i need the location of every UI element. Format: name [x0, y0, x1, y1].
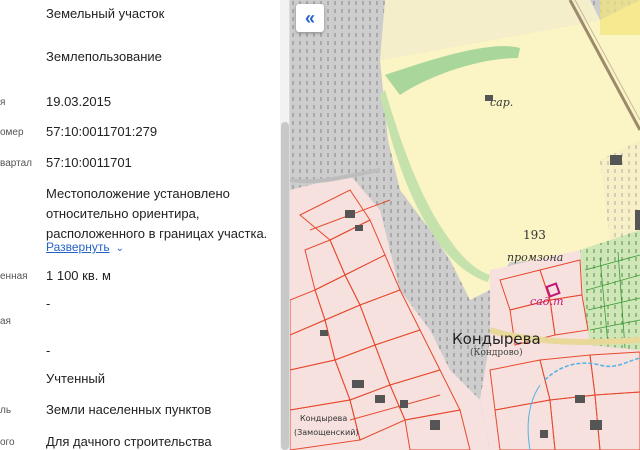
double-chevron-left-icon: « [304, 7, 315, 28]
map-label-kondrovo: (Кондрово) [470, 348, 523, 358]
map-label-kondyreva: Кондырева [452, 330, 541, 348]
map-canvas[interactable] [290, 0, 640, 450]
chevron-down-icon: ⌄ [115, 243, 124, 254]
cadastral-number-label: омер [0, 127, 24, 138]
area-label: енная [0, 271, 28, 282]
empty-value-2: - [46, 343, 51, 358]
address-value: Местоположение установлено относительно … [46, 186, 268, 241]
usage-value: Для дачного строительства [46, 434, 212, 449]
info-panel: Земельный участок Землепользование я 19.… [0, 0, 290, 450]
date-value: 19.03.2015 [46, 94, 112, 109]
map-label-193: 193 [523, 228, 546, 242]
usage-label: ого [0, 437, 15, 448]
empty-value-1: - [46, 296, 51, 311]
map-green-plots [580, 230, 640, 350]
area-value: 1 100 кв. м [46, 268, 111, 283]
date-label: я [0, 97, 6, 108]
expand-link[interactable]: Развернуть ⌄ [46, 240, 124, 254]
collapse-panel-button[interactable]: « [296, 4, 324, 32]
map-view[interactable]: сар. 193 промзона сад.т Кондырева (Кондр… [290, 0, 640, 450]
panel-scrollbar-thumb[interactable] [281, 122, 289, 450]
map-label-zamoshenskiy: (Замощенский) [294, 428, 359, 437]
cadastral-number-value: 57:10:0011701:279 [46, 124, 158, 139]
category-label: ль [0, 405, 12, 416]
map-label-sar: сар. [490, 96, 514, 109]
quarter-value: 57:10:0011701 [46, 155, 132, 170]
object-type-value: Земельный участок [46, 6, 165, 21]
map-label-sadg: сад.т [530, 295, 564, 308]
map-label-promzona: промзона [507, 251, 564, 264]
map-yellow-top-right [600, 0, 640, 35]
expand-label: Развернуть [46, 240, 110, 254]
category-value: Земли населенных пунктов [46, 402, 212, 417]
cost-label: ая [0, 316, 11, 327]
map-label-kondyreva-small: Кондырева [300, 414, 348, 423]
status-value: Учтенный [46, 371, 106, 386]
quarter-label: вартал [0, 158, 32, 169]
panel-scrollbar[interactable] [280, 0, 289, 450]
kind-value: Землепользование [46, 49, 162, 64]
